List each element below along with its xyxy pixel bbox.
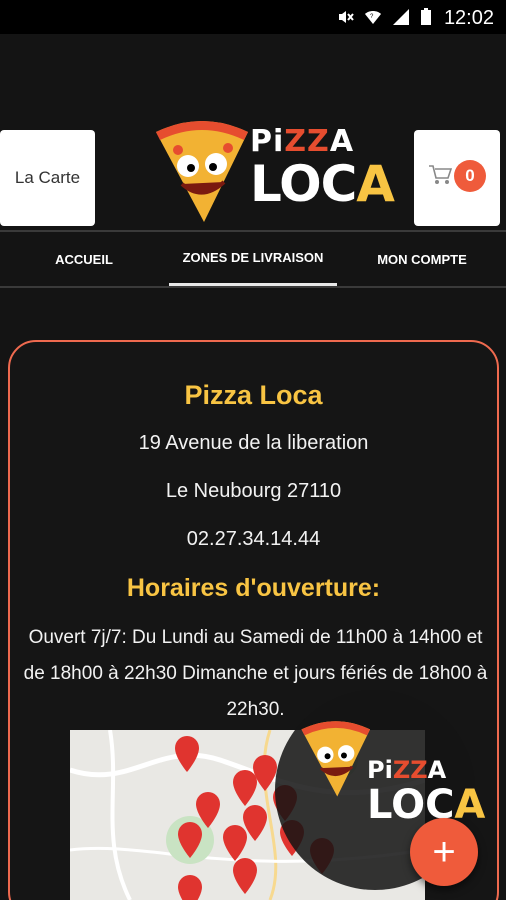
map-marker [178, 875, 202, 900]
battery-icon [421, 8, 431, 25]
nav-tabs: ACCUEIL ZONES DE LIVRAISON MON COMPTE [0, 230, 506, 288]
floating-logo-line1: PiZZA [367, 756, 447, 784]
logo-text: PiZZA LOCA [250, 124, 395, 213]
status-bar: ? 12:02 [0, 0, 506, 34]
logo-line1: PiZZA [250, 124, 355, 159]
restaurant-name: Pizza Loca [184, 380, 323, 410]
pizza-slice-icon [156, 121, 248, 222]
add-fab-button[interactable]: + [410, 818, 478, 886]
tab-zones-de-livraison[interactable]: ZONES DE LIVRAISON [169, 232, 337, 286]
header: La Carte PiZZA LOCA 0 [0, 34, 506, 230]
logo-line2: LOCA [250, 155, 395, 213]
status-icons: ? [336, 8, 432, 26]
signal-icon [393, 9, 409, 25]
restaurant-address: 19 Avenue de la liberation [138, 432, 369, 454]
hours-title: Horaires d'ouverture: [126, 574, 381, 602]
cart-count-badge: 0 [454, 160, 486, 192]
mute-icon [339, 11, 354, 23]
cart-icon [429, 165, 452, 184]
tab-mon-compte[interactable]: MON COMPTE [338, 232, 506, 286]
restaurant-phone[interactable]: 02.27.34.14.44 [10, 528, 497, 551]
la-carte-button[interactable]: La Carte [0, 130, 95, 226]
wifi-icon: ? [365, 11, 381, 24]
tab-accueil[interactable]: ACCUEIL [0, 232, 168, 286]
floating-logo-text: PiZZA LOCA [367, 756, 485, 826]
status-time: 12:02 [443, 7, 494, 29]
restaurant-city: Le Neubourg 27110 [165, 480, 342, 502]
cart-button[interactable]: 0 [414, 130, 500, 226]
floating-logo: PiZZA LOCA [297, 716, 485, 826]
pizza-loca-logo[interactable]: PiZZA LOCA [150, 114, 395, 229]
floating-logo-line2: LOCA [367, 782, 486, 828]
